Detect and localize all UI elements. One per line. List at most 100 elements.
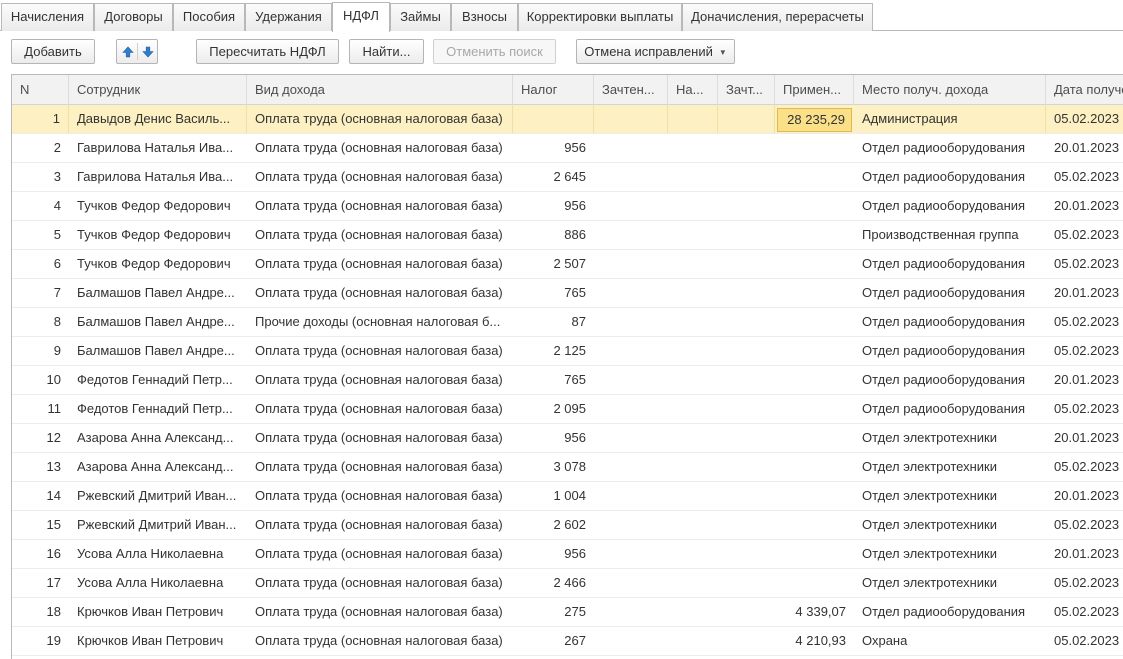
table-row[interactable]: 19 Крючков Иван Петрович Оплата труда (осн…	[12, 627, 1123, 656]
column-header-n[interactable]: N	[12, 75, 69, 105]
cell-income-place[interactable]: Отдел радиооборудования	[854, 192, 1046, 220]
cell-income-place[interactable]: Отдел электротехники	[854, 540, 1046, 568]
cell-income-date[interactable]: 20.01.2023	[1046, 366, 1123, 394]
cell-credited-2[interactable]	[718, 540, 775, 568]
cell-credited-2[interactable]	[718, 163, 775, 191]
cell-credited-2[interactable]	[718, 221, 775, 249]
cell-employee[interactable]: Балмашов Павел Андре...	[69, 308, 247, 336]
table-row[interactable]: 7 Балмашов Павел Андре... Оплата труда (ос…	[12, 279, 1123, 308]
cell-income-date[interactable]: 05.02.2023	[1046, 221, 1123, 249]
cell-n[interactable]: 18	[12, 598, 69, 626]
cell-income-type[interactable]: Оплата труда (основная налоговая база)	[247, 453, 513, 481]
cell-employee[interactable]: Усова Алла Николаевна	[69, 540, 247, 568]
table-row[interactable]: 18 Крючков Иван Петрович Оплата труда (осн…	[12, 598, 1123, 627]
cell-applied[interactable]	[775, 395, 854, 423]
table-row[interactable]: 2 Гаврилова Наталья Ива... Оплата труда (о…	[12, 134, 1123, 163]
tab-benefits[interactable]: Пособия	[173, 3, 245, 31]
cell-na[interactable]	[668, 308, 718, 336]
cell-applied[interactable]: 28 235,29	[777, 108, 852, 132]
tab-payment-corrections[interactable]: Корректировки выплаты	[518, 3, 682, 31]
cell-credited[interactable]	[594, 511, 668, 539]
cell-applied[interactable]	[775, 163, 854, 191]
cell-na[interactable]	[668, 163, 718, 191]
cell-tax[interactable]: 956	[513, 192, 594, 220]
cell-applied[interactable]	[775, 221, 854, 249]
cell-n[interactable]: 15	[12, 511, 69, 539]
table-row[interactable]: 17 Усова Алла Николаевна Оплата труда (осн…	[12, 569, 1123, 598]
cell-income-date[interactable]: 05.02.2023	[1046, 250, 1123, 278]
cell-na[interactable]	[668, 366, 718, 394]
cell-n[interactable]: 10	[12, 366, 69, 394]
column-header-credited-2[interactable]: Зачт...	[718, 75, 775, 105]
cell-credited[interactable]	[594, 366, 668, 394]
cell-credited[interactable]	[594, 134, 668, 162]
cell-credited[interactable]	[594, 598, 668, 626]
cell-na[interactable]	[668, 337, 718, 365]
cell-credited-2[interactable]	[718, 366, 775, 394]
cell-employee[interactable]: Тучков Федор Федорович	[69, 250, 247, 278]
cell-income-date[interactable]: 20.01.2023	[1046, 279, 1123, 307]
cell-income-date[interactable]: 20.01.2023	[1046, 540, 1123, 568]
cell-credited-2[interactable]	[718, 627, 775, 655]
cancel-search-button[interactable]: Отменить поиск	[433, 39, 556, 64]
cell-income-place[interactable]: Отдел электротехники	[854, 569, 1046, 597]
cell-applied[interactable]	[775, 192, 854, 220]
cell-na[interactable]	[668, 453, 718, 481]
cell-tax[interactable]: 267	[513, 627, 594, 655]
cell-applied[interactable]	[775, 366, 854, 394]
cell-employee[interactable]: Азарова Анна Александ...	[69, 453, 247, 481]
cell-credited-2[interactable]	[718, 337, 775, 365]
cell-income-place[interactable]: Отдел радиооборудования	[854, 163, 1046, 191]
cell-applied[interactable]	[775, 453, 854, 481]
cell-applied[interactable]	[775, 308, 854, 336]
column-header-income-date[interactable]: Дата получе	[1046, 75, 1123, 105]
cell-income-type[interactable]: Оплата труда (основная налоговая база)	[247, 279, 513, 307]
cell-n[interactable]: 11	[12, 395, 69, 423]
cell-income-place[interactable]: Отдел радиооборудования	[854, 598, 1046, 626]
cell-tax[interactable]: 2 507	[513, 250, 594, 278]
cell-credited-2[interactable]	[718, 134, 775, 162]
tab-contributions[interactable]: Взносы	[451, 3, 518, 31]
move-up-button[interactable]	[117, 40, 138, 63]
cell-na[interactable]	[668, 598, 718, 626]
cell-credited-2[interactable]	[718, 105, 775, 133]
cell-income-type[interactable]: Оплата труда (основная налоговая база)	[247, 511, 513, 539]
cell-tax[interactable]: 956	[513, 540, 594, 568]
cell-income-place[interactable]: Отдел радиооборудования	[854, 366, 1046, 394]
cell-income-type[interactable]: Оплата труда (основная налоговая база)	[247, 598, 513, 626]
cell-applied[interactable]	[775, 511, 854, 539]
cell-income-date[interactable]: 05.02.2023	[1046, 598, 1123, 626]
cell-income-type[interactable]: Оплата труда (основная налоговая база)	[247, 250, 513, 278]
cell-income-date[interactable]: 05.02.2023	[1046, 511, 1123, 539]
cell-employee[interactable]: Тучков Федор Федорович	[69, 221, 247, 249]
cell-income-type[interactable]: Оплата труда (основная налоговая база)	[247, 134, 513, 162]
cell-income-type[interactable]: Оплата труда (основная налоговая база)	[247, 482, 513, 510]
cell-tax[interactable]: 2 125	[513, 337, 594, 365]
cell-income-place[interactable]: Производственная группа	[854, 221, 1046, 249]
cell-income-place[interactable]: Отдел радиооборудования	[854, 337, 1046, 365]
cell-credited[interactable]	[594, 424, 668, 452]
cell-income-date[interactable]: 05.02.2023	[1046, 453, 1123, 481]
cell-income-place[interactable]: Отдел электротехники	[854, 424, 1046, 452]
cell-employee[interactable]: Давыдов Денис Василь...	[69, 105, 247, 133]
cell-na[interactable]	[668, 221, 718, 249]
cell-tax[interactable]: 3 078	[513, 453, 594, 481]
cell-income-type[interactable]: Оплата труда (основная налоговая база)	[247, 569, 513, 597]
cell-income-type[interactable]: Оплата труда (основная налоговая база)	[247, 221, 513, 249]
cell-employee[interactable]: Гаврилова Наталья Ива...	[69, 134, 247, 162]
cell-na[interactable]	[668, 250, 718, 278]
cell-income-place[interactable]: Отдел радиооборудования	[854, 134, 1046, 162]
table-row[interactable]: 6 Тучков Федор Федорович Оплата труда (осн…	[12, 250, 1123, 279]
cell-credited-2[interactable]	[718, 250, 775, 278]
table-row[interactable]: 16 Усова Алла Николаевна Оплата труда (осн…	[12, 540, 1123, 569]
cell-credited[interactable]	[594, 221, 668, 249]
cell-n[interactable]: 16	[12, 540, 69, 568]
cell-employee[interactable]: Тучков Федор Федорович	[69, 192, 247, 220]
cell-applied[interactable]	[775, 482, 854, 510]
cell-income-place[interactable]: Отдел электротехники	[854, 482, 1046, 510]
tab-deductions[interactable]: Удержания	[245, 3, 332, 31]
table-row[interactable]: 12 Азарова Анна Александ... Оплата труда (…	[12, 424, 1123, 453]
column-header-tax[interactable]: Налог	[513, 75, 594, 105]
cell-income-type[interactable]: Оплата труда (основная налоговая база)	[247, 366, 513, 394]
cell-applied[interactable]	[775, 250, 854, 278]
